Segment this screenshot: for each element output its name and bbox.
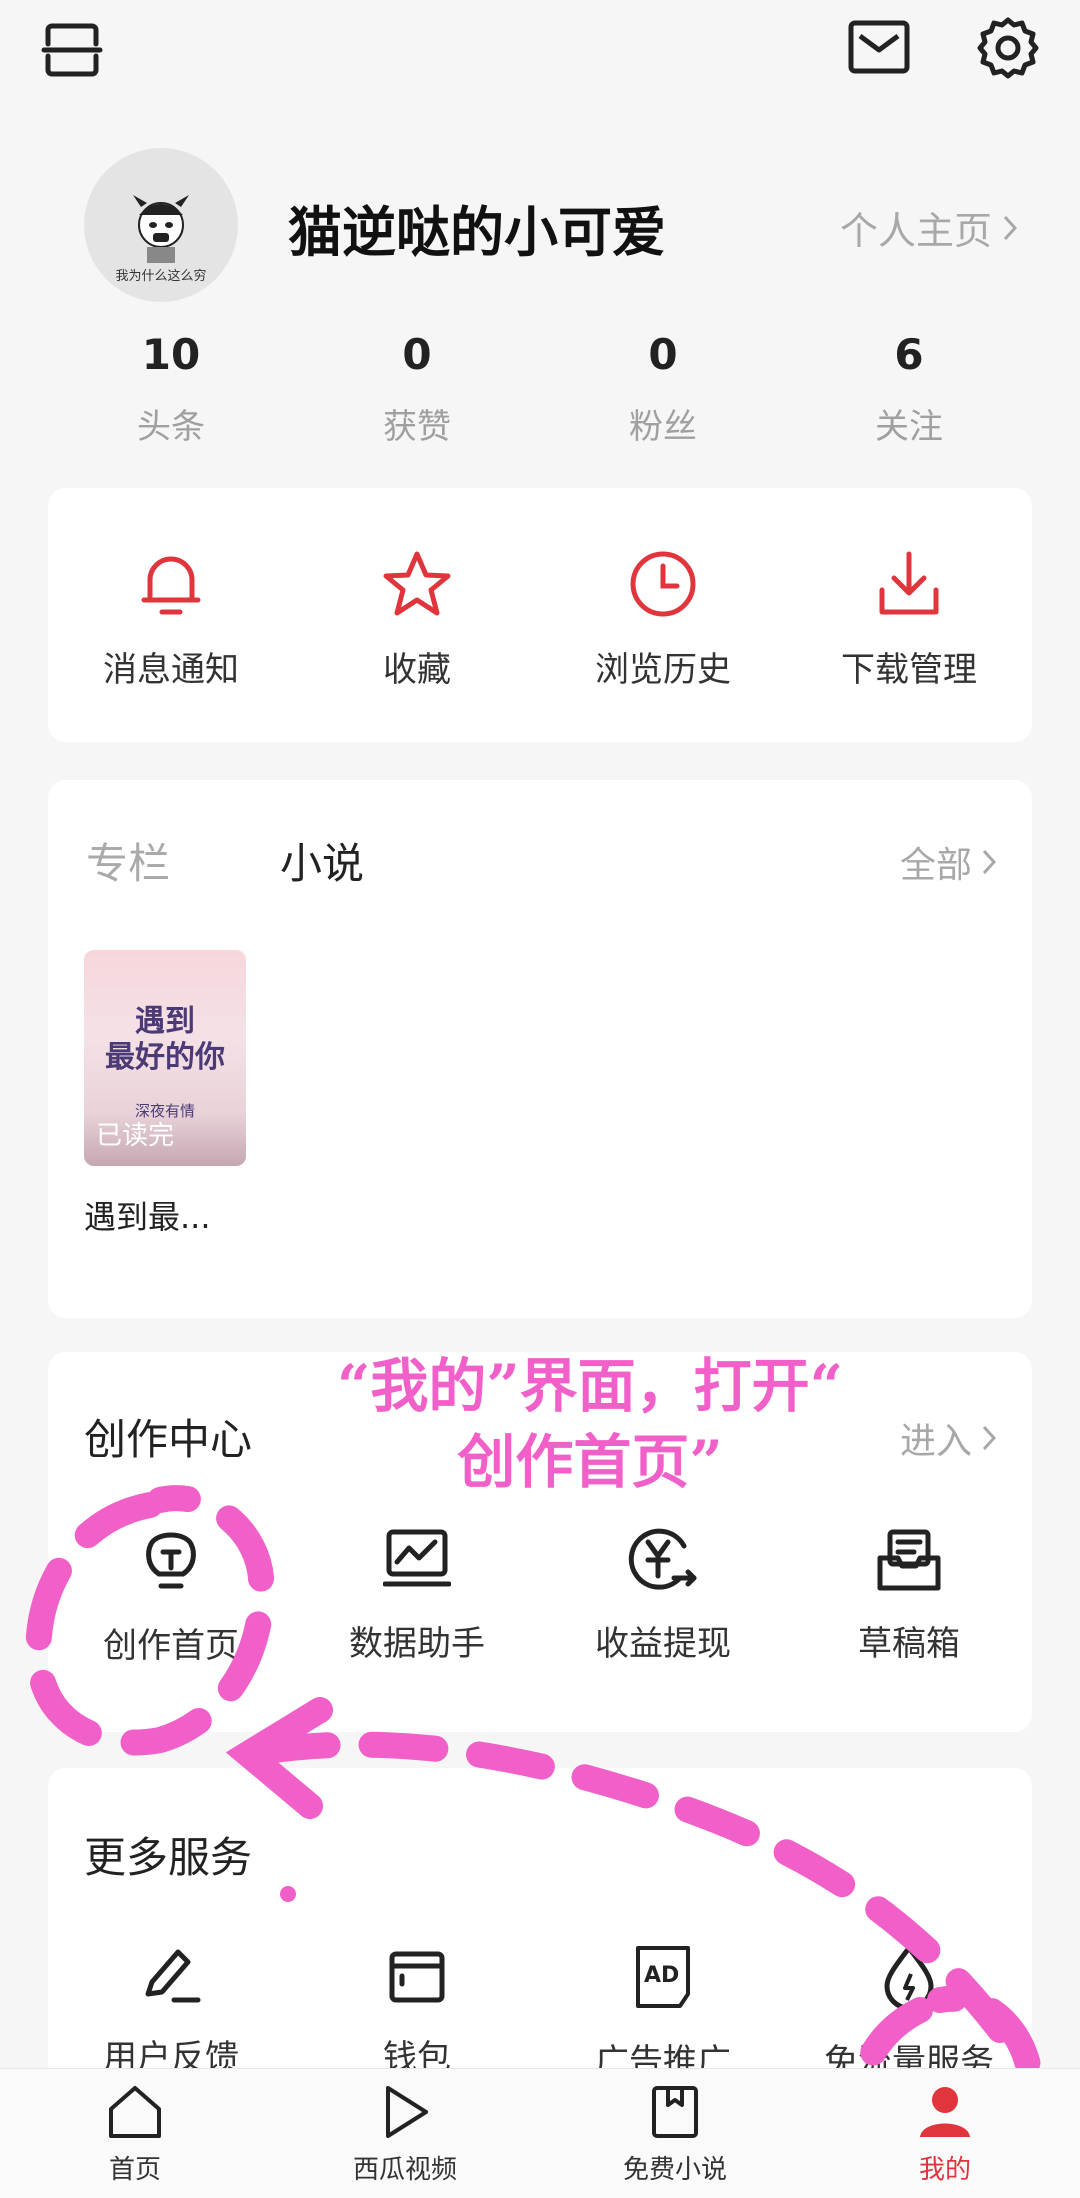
stat-label: 头条 bbox=[137, 407, 205, 447]
book-name[interactable]: 遇到最... bbox=[84, 1192, 211, 1238]
bottom-tab-bar: 首页 西瓜视频 免费小说 我的 bbox=[0, 2068, 1080, 2198]
history-button[interactable]: 浏览历史 bbox=[540, 550, 786, 691]
person-icon bbox=[920, 2087, 970, 2137]
quick-actions-card: 消息通知 收藏 浏览历史 下载管理 bbox=[48, 488, 1032, 742]
tab-label: 免费小说 bbox=[622, 2155, 727, 2185]
tab-free-novel[interactable]: 免费小说 bbox=[540, 2069, 810, 2198]
creator-label: 数据助手 bbox=[349, 1624, 485, 1664]
tab-label: 首页 bbox=[108, 2155, 161, 2185]
homepage-label: 个人主页 bbox=[839, 209, 992, 253]
download-icon bbox=[879, 551, 939, 615]
action-label: 消息通知 bbox=[103, 650, 239, 690]
chevron-right-icon bbox=[982, 1425, 996, 1451]
see-all-label: 全部 bbox=[899, 845, 972, 886]
draft-box-icon bbox=[877, 1529, 941, 1591]
free-data-button[interactable]: 免流量服务 bbox=[786, 1944, 1032, 2083]
data-drop-icon bbox=[884, 1945, 934, 2010]
clock-icon bbox=[630, 551, 696, 617]
favorites-button[interactable]: 收藏 bbox=[294, 550, 540, 691]
pen-feedback-icon bbox=[145, 1949, 201, 2003]
creator-label: 创作首页 bbox=[103, 1626, 239, 1666]
tab-label: 我的 bbox=[918, 2155, 971, 2185]
ad-promotion-button[interactable]: AD 广告推广 bbox=[540, 1944, 786, 2083]
stat-headlines[interactable]: 10 头条 bbox=[48, 330, 294, 448]
cover-title: 遇到 最好的你 bbox=[84, 1004, 246, 1076]
ad-icon: AD bbox=[636, 1946, 690, 2008]
annotation-text: “我的”界面，打开“ 创作首页” bbox=[250, 1348, 930, 1500]
play-icon bbox=[386, 2086, 428, 2138]
stat-label: 粉丝 bbox=[629, 407, 697, 447]
cover-title-line: 最好的你 bbox=[105, 1040, 225, 1075]
tab-xigua-video[interactable]: 西瓜视频 bbox=[270, 2069, 540, 2198]
username: 猫逆哒的小可爱 bbox=[288, 201, 666, 264]
tab-mine[interactable]: 我的 bbox=[810, 2069, 1080, 2198]
tab-column[interactable]: 专栏 bbox=[86, 830, 170, 891]
bell-icon bbox=[141, 556, 201, 615]
action-label: 浏览历史 bbox=[595, 650, 731, 690]
drafts-button[interactable]: 草稿箱 bbox=[786, 1528, 1032, 1667]
stat-value: 0 bbox=[648, 330, 678, 379]
tab-novel[interactable]: 小说 bbox=[280, 830, 364, 891]
more-services-card: 更多服务 用户反馈 钱包 AD 广告推广 免流量服务 bbox=[48, 1768, 1032, 2108]
downloads-button[interactable]: 下载管理 bbox=[786, 550, 1032, 691]
stat-likes[interactable]: 0 获赞 bbox=[294, 330, 540, 448]
homepage-link[interactable]: 个人主页 bbox=[840, 200, 1018, 255]
wallet-icon bbox=[389, 1951, 445, 2003]
stat-value: 10 bbox=[141, 330, 201, 379]
chevron-right-icon bbox=[982, 849, 996, 875]
cover-title-line: 遇到 bbox=[135, 1004, 195, 1039]
creator-center-title: 创作中心 bbox=[84, 1415, 253, 1464]
action-label: 下载管理 bbox=[841, 650, 977, 690]
more-services-title: 更多服务 bbox=[84, 1833, 253, 1882]
data-assistant-button[interactable]: 数据助手 bbox=[294, 1528, 540, 1667]
feedback-button[interactable]: 用户反馈 bbox=[48, 1944, 294, 2083]
avatar-illustration bbox=[133, 195, 189, 263]
book-icon bbox=[652, 2086, 698, 2138]
gear-icon[interactable] bbox=[976, 16, 1040, 80]
stat-following[interactable]: 6 关注 bbox=[786, 330, 1032, 448]
see-all-link[interactable]: 全部 bbox=[900, 836, 996, 888]
yen-withdraw-icon bbox=[628, 1528, 697, 1590]
chevron-right-icon bbox=[1003, 215, 1018, 240]
stat-label: 关注 bbox=[875, 407, 943, 447]
action-label: 收藏 bbox=[383, 650, 451, 690]
stat-label: 获赞 bbox=[383, 407, 451, 447]
wallet-button[interactable]: 钱包 bbox=[294, 1944, 540, 2083]
home-icon bbox=[109, 2086, 161, 2138]
top-bar bbox=[0, 0, 1080, 110]
avatar[interactable]: 我为什么这么穷 bbox=[84, 148, 238, 302]
book-cover[interactable]: 遇到 最好的你 深夜有情 已读完 bbox=[84, 950, 246, 1166]
read-status-badge: 已读完 bbox=[96, 1121, 175, 1151]
stat-fans[interactable]: 0 粉丝 bbox=[540, 330, 786, 448]
chart-monitor-icon bbox=[383, 1529, 451, 1587]
stat-value: 0 bbox=[402, 330, 432, 379]
shelf-card: 专栏 小说 全部 遇到 最好的你 深夜有情 已读完 遇到最... bbox=[48, 780, 1032, 1318]
mail-icon[interactable] bbox=[848, 20, 910, 74]
stat-value: 6 bbox=[894, 330, 924, 379]
earnings-withdraw-button[interactable]: 收益提现 bbox=[540, 1528, 786, 1667]
notifications-button[interactable]: 消息通知 bbox=[48, 550, 294, 691]
annotation-line: 创作首页” bbox=[457, 1428, 723, 1496]
stats-row: 10 头条 0 获赞 0 粉丝 6 关注 bbox=[48, 330, 1032, 448]
creator-home-button[interactable]: 创作首页 bbox=[48, 1528, 294, 1667]
creator-label: 草稿箱 bbox=[858, 1624, 960, 1664]
lightbulb-icon bbox=[146, 1532, 196, 1589]
creator-label: 收益提现 bbox=[595, 1624, 731, 1664]
scan-icon[interactable] bbox=[40, 18, 104, 82]
star-icon bbox=[383, 551, 451, 616]
tab-home[interactable]: 首页 bbox=[0, 2069, 270, 2198]
annotation-line: “我的”界面，打开“ bbox=[336, 1352, 844, 1420]
svg-text:AD: AD bbox=[644, 1963, 679, 1988]
tab-label: 西瓜视频 bbox=[352, 2155, 457, 2185]
avatar-caption: 我为什么这么穷 bbox=[115, 269, 207, 284]
